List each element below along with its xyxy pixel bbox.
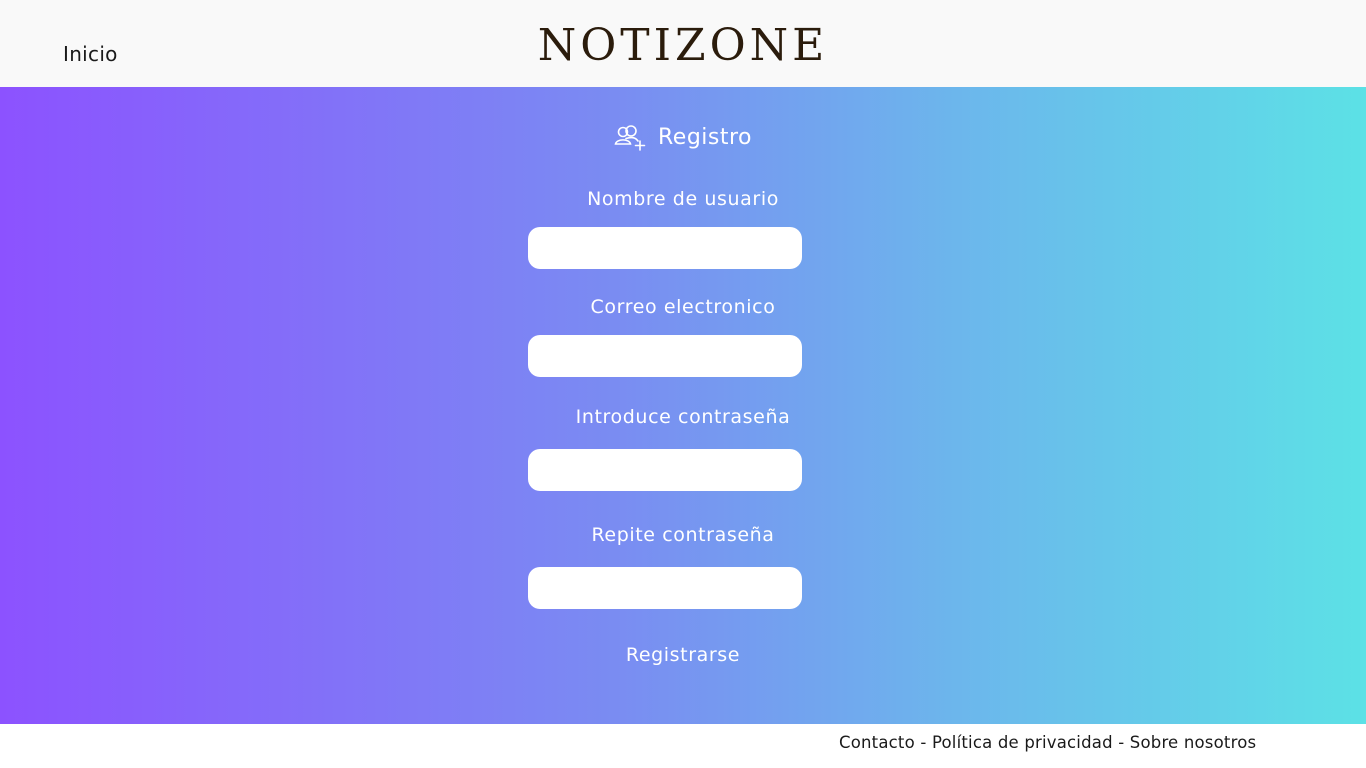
- site-logo[interactable]: NOTIZONE: [0, 20, 1366, 72]
- register-button[interactable]: Registrarse: [583, 641, 783, 669]
- registration-section: Registro Nombre de usuario Correo electr…: [0, 87, 1366, 724]
- site-header: Inicio NOTIZONE: [0, 0, 1366, 87]
- form-title: Registro: [0, 123, 1366, 153]
- footer-separator: -: [914, 733, 932, 752]
- password-input[interactable]: [528, 449, 802, 491]
- repeat-password-input[interactable]: [528, 567, 802, 609]
- email-input[interactable]: [528, 335, 802, 377]
- password-label: Introduce contraseña: [575, 406, 791, 428]
- username-label: Nombre de usuario: [587, 188, 779, 210]
- repeat-password-label: Repite contraseña: [591, 524, 775, 546]
- footer-separator: -: [1112, 733, 1130, 752]
- footer-links: Contacto - Política de privacidad - Sobr…: [839, 732, 1256, 754]
- add-users-icon: [614, 124, 646, 152]
- privacy-policy-link[interactable]: Política de privacidad: [932, 733, 1113, 752]
- site-footer: Contacto - Política de privacidad - Sobr…: [0, 724, 1366, 768]
- email-label: Correo electronico: [590, 296, 776, 318]
- about-us-link[interactable]: Sobre nosotros: [1130, 733, 1257, 752]
- form-title-text: Registro: [657, 125, 753, 150]
- username-input[interactable]: [528, 227, 802, 269]
- contact-link[interactable]: Contacto: [839, 733, 915, 752]
